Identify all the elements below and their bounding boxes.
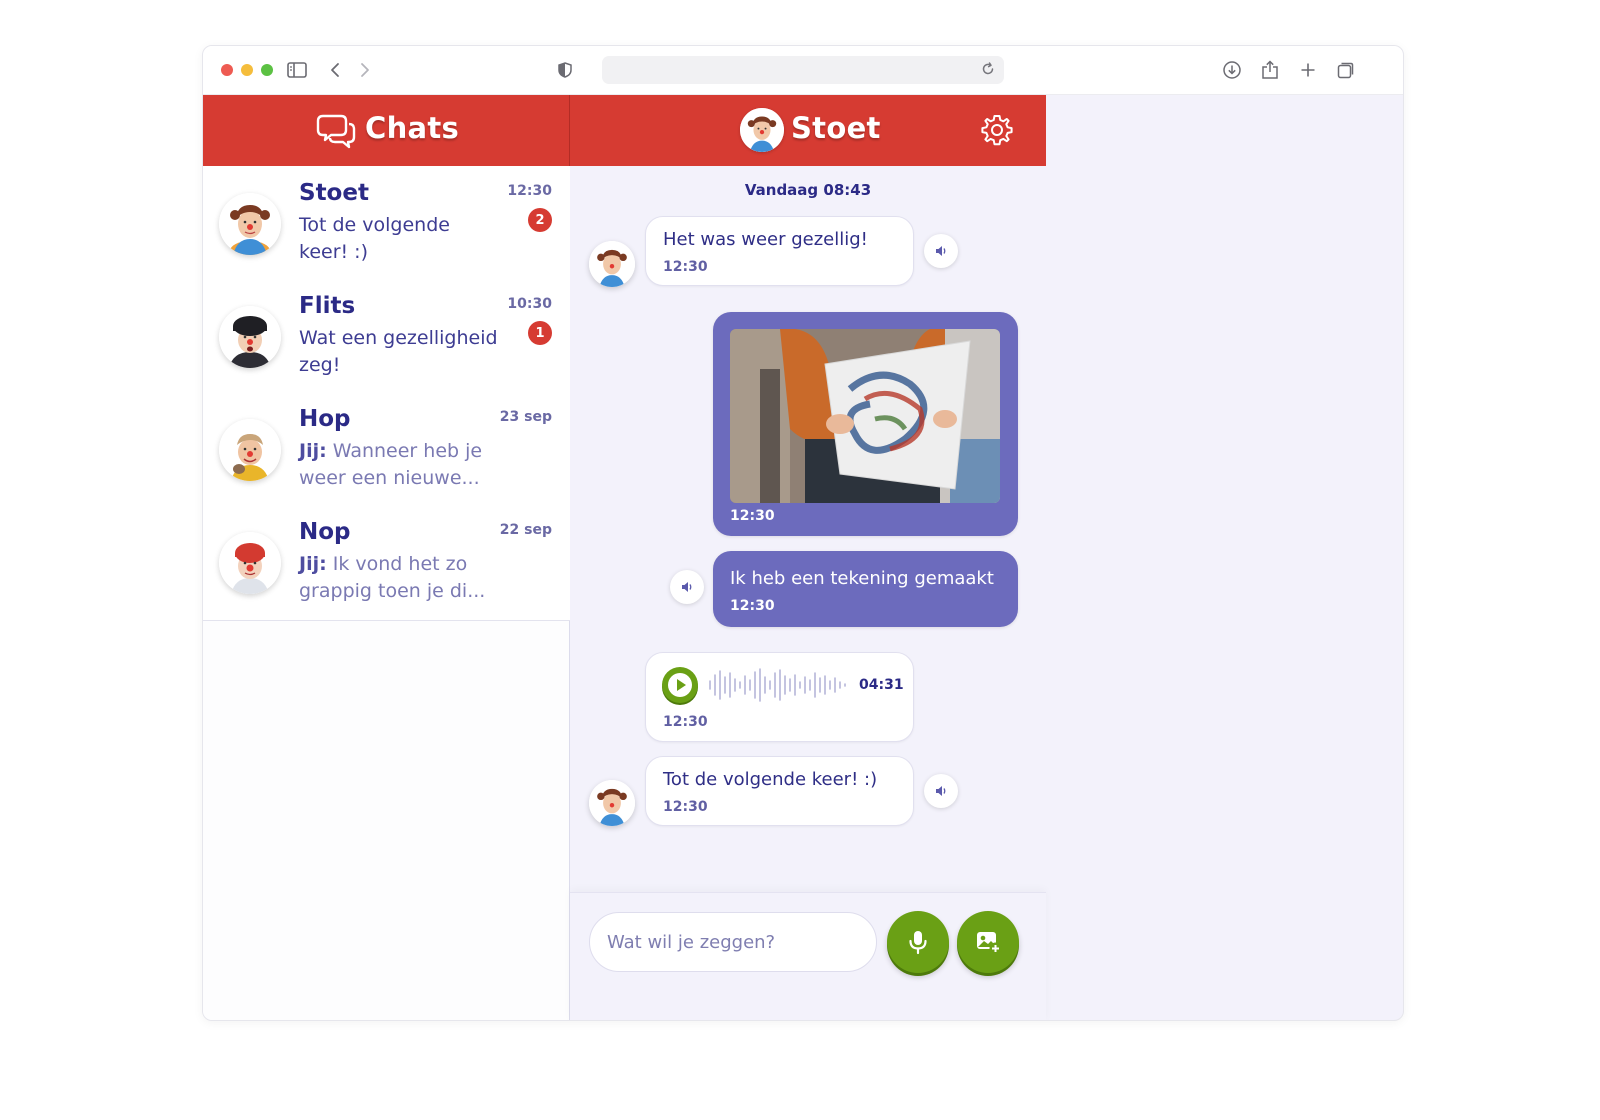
conversation-name: Hop	[299, 406, 351, 432]
message-time: 12:30	[730, 508, 775, 524]
minimize-window-button[interactable]	[241, 64, 253, 76]
date-separator: Vandaag 08:43	[744, 181, 872, 199]
sidebar-toggle-icon[interactable]	[286, 59, 308, 81]
preview-prefix: Jij:	[299, 440, 327, 462]
avatar-flits	[219, 306, 281, 368]
conversation-time: 23 sep	[499, 409, 552, 425]
tab-overview-icon[interactable]	[1335, 59, 1357, 81]
preview-text: Ik vond het zo grappig toen je di...	[299, 553, 486, 602]
privacy-shield-icon[interactable]	[554, 59, 576, 81]
settings-gear-icon[interactable]	[980, 113, 1014, 147]
avatar-hop	[219, 419, 281, 481]
chat-bubbles-icon	[315, 110, 357, 152]
unread-badge: 2	[528, 208, 552, 232]
chat-app: Chats Stoet Tot de volgende keer!:) 12:…	[203, 95, 1046, 1020]
conversation-preview: Jij: Ik vond het zo grappig toen je di..…	[299, 551, 504, 605]
message-input[interactable]	[589, 912, 877, 972]
conversation-time: 10:30	[507, 296, 552, 312]
forward-icon[interactable]	[354, 59, 376, 81]
avatar-stoet	[219, 193, 281, 255]
add-photo-button[interactable]	[957, 911, 1019, 973]
speaker-icon[interactable]	[924, 774, 958, 808]
preview-prefix: Jij:	[299, 553, 327, 575]
conversation-item-flits[interactable]: Flits Wat een gezelligheid zeg! 10:30 1	[203, 279, 570, 395]
back-icon[interactable]	[324, 59, 346, 81]
chats-header: Chats	[203, 95, 570, 166]
chats-title: Chats	[365, 111, 460, 145]
message-text: Ik heb een tekening gemaakt	[730, 568, 994, 589]
conversation-name: Flits	[299, 293, 356, 319]
message-composer	[570, 892, 1046, 1020]
message-time: 12:30	[663, 714, 708, 730]
unread-badge: 1	[528, 321, 552, 345]
message-text: Het was weer gezellig!	[663, 229, 868, 250]
audio-waveform[interactable]	[708, 667, 850, 703]
preview-text: Wanneer heb je weer een nieuwe...	[299, 440, 483, 489]
conversation-item-stoet[interactable]: Stoet Tot de volgende keer! :) 12:30 2	[203, 166, 570, 282]
conversation-time: 22 sep	[499, 522, 552, 538]
message-time: 12:30	[663, 259, 708, 275]
add-image-icon	[977, 932, 1002, 955]
message-time: 12:30	[663, 799, 708, 815]
message-avatar	[589, 780, 635, 826]
conversation-item-nop[interactable]: Nop Jij: Ik vond het zo grappig toen je …	[203, 505, 570, 621]
record-voice-button[interactable]	[887, 911, 949, 973]
chat-header-avatar	[740, 108, 784, 152]
reload-icon[interactable]	[980, 61, 998, 79]
message-bubble-outgoing: Ik heb een tekening gemaakt 12:30	[713, 551, 1018, 627]
share-icon[interactable]	[1259, 59, 1281, 81]
avatar-nop	[219, 532, 281, 594]
drawing-photo[interactable]	[730, 329, 1000, 503]
browser-window: Chats Stoet Tot de volgende keer!:) 12:…	[202, 45, 1404, 1021]
conversation-preview: Wat een gezelligheid zeg!	[299, 327, 498, 376]
speaker-icon[interactable]	[670, 570, 704, 604]
conversation-preview: Jij: Wanneer heb je weer een nieuwe...	[299, 438, 504, 492]
conversation-name: Stoet	[299, 180, 369, 206]
message-text: Tot de volgende keer! :)	[663, 769, 878, 790]
chats-sidebar: Chats Stoet Tot de volgende keer!:) 12:…	[203, 95, 570, 1020]
chat-title: Stoet	[791, 111, 881, 145]
conversation-time: 12:30	[507, 183, 552, 199]
speaker-icon[interactable]	[924, 234, 958, 268]
message-time: 12:30	[730, 598, 775, 614]
audio-duration: 04:31	[859, 677, 904, 693]
message-bubble-incoming: Het was weer gezellig! 12:30	[645, 216, 914, 286]
message-bubble-incoming: Tot de volgende keer! :) 12:30	[645, 756, 914, 826]
conversation-item-hop[interactable]: Hop Jij: Wanneer heb je weer een nieuwe.…	[203, 392, 570, 508]
conversation-preview: Tot de volgende keer! :)	[299, 214, 450, 263]
play-button[interactable]	[662, 667, 698, 703]
maximize-window-button[interactable]	[261, 64, 273, 76]
new-tab-icon[interactable]	[1297, 59, 1319, 81]
message-bubble-image[interactable]: 12:30	[713, 312, 1018, 536]
close-window-button[interactable]	[221, 64, 233, 76]
chat-panel: Stoet Vandaag 08:43 Het was weer gezelli…	[570, 95, 1046, 1020]
conversation-name: Nop	[299, 519, 351, 545]
microphone-icon	[909, 931, 927, 955]
chat-header: Stoet	[570, 95, 1046, 166]
browser-toolbar	[203, 46, 1403, 95]
message-bubble-audio: 04:31 12:30	[645, 652, 914, 742]
message-avatar	[589, 241, 635, 287]
downloads-icon[interactable]	[1221, 59, 1243, 81]
address-bar[interactable]	[602, 56, 1004, 84]
